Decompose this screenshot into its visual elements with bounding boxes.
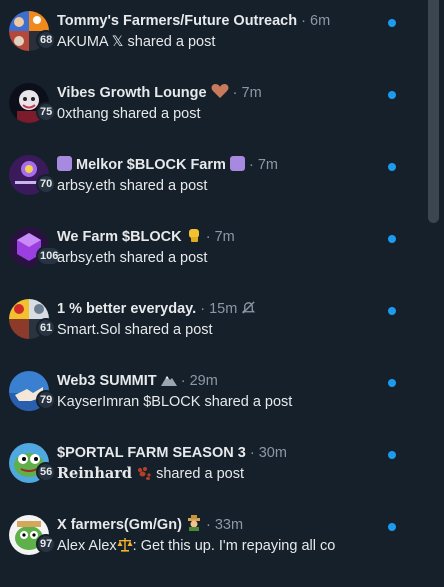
conversation-title: Melkor $BLOCK Farm bbox=[76, 157, 226, 173]
conversation-row[interactable]: 97 X farmers(Gm/Gn) · 33m Alex Alex : Ge… bbox=[0, 514, 424, 586]
avatar: 79 bbox=[9, 371, 57, 411]
unread-dot-icon bbox=[388, 379, 396, 387]
avatar: 70 bbox=[9, 155, 57, 195]
message-preview: arbsy.eth shared a post bbox=[57, 178, 208, 194]
timestamp: 15m bbox=[209, 301, 238, 317]
conversation-title: We Farm $BLOCK bbox=[57, 229, 182, 245]
raised-fist-icon bbox=[188, 229, 199, 242]
conversation-title: Web3 SUMMIT bbox=[57, 373, 157, 389]
conversation-row[interactable]: 61 1 % better everyday. · 15m Smart.Sol … bbox=[0, 298, 424, 370]
member-count-badge: 61 bbox=[36, 318, 57, 338]
timestamp: 6m bbox=[310, 13, 331, 29]
avatar: 75 bbox=[9, 83, 57, 123]
message-preview: AKUMA 𝕏 shared a post bbox=[57, 34, 216, 50]
avatar: 97 bbox=[9, 515, 57, 555]
conversation-title: 1 % better everyday. bbox=[57, 301, 197, 317]
unread-dot-icon bbox=[388, 19, 396, 27]
message-preview: Smart.Sol shared a post bbox=[57, 322, 213, 338]
avatar: 61 bbox=[9, 299, 57, 339]
message-preview: 0xthang shared a post bbox=[57, 106, 201, 122]
separator: · bbox=[205, 517, 211, 533]
preview-text: shared a post bbox=[156, 466, 244, 482]
member-count-badge: 75 bbox=[36, 102, 57, 122]
conversation-row[interactable]: 106 We Farm $BLOCK · 7m arbsy.eth shared… bbox=[0, 226, 424, 298]
avatar: 68 bbox=[9, 11, 57, 51]
balance-scale-icon bbox=[117, 538, 133, 552]
separator: · bbox=[180, 373, 186, 389]
sender-name: 𝐑𝐞𝐢𝐧𝐡𝐚𝐫𝐝 bbox=[57, 465, 133, 482]
conversation-row[interactable]: 79 Web3 SUMMIT · 29m KayserImran $BLOCK … bbox=[0, 370, 424, 442]
conversation-title: Tommy's Farmers/Future Outreach bbox=[57, 13, 298, 29]
scrollbar-thumb[interactable] bbox=[428, 0, 439, 223]
timestamp: 7m bbox=[257, 157, 278, 173]
member-count-badge: 97 bbox=[36, 534, 57, 554]
conversation-row[interactable]: 56 $PORTAL FARM SEASON 3 · 30m 𝐑𝐞𝐢𝐧𝐡𝐚𝐫𝐝 … bbox=[0, 442, 424, 514]
timestamp: 7m bbox=[214, 229, 235, 245]
separator: · bbox=[301, 13, 306, 29]
member-count-badge: 79 bbox=[36, 390, 57, 410]
timestamp: 7m bbox=[241, 85, 262, 101]
unread-dot-icon bbox=[388, 235, 396, 243]
member-count-badge: 70 bbox=[36, 174, 57, 194]
message-preview: arbsy.eth shared a post bbox=[57, 250, 208, 266]
conversation-row[interactable]: 75 Vibes Growth Lounge · 7m 0xthang shar… bbox=[0, 82, 424, 154]
conversation-row[interactable]: 68 Tommy's Farmers/Future Outreach · 6m … bbox=[0, 10, 424, 82]
member-count-badge: 68 bbox=[36, 30, 57, 50]
avatar: 56 bbox=[9, 443, 57, 483]
sender-name: Alex Alex bbox=[57, 538, 117, 554]
conversation-title: Vibes Growth Lounge bbox=[57, 85, 207, 101]
timestamp: 29m bbox=[189, 373, 218, 389]
unread-dot-icon bbox=[388, 523, 396, 531]
conversation-row[interactable]: 70 Melkor $BLOCK Farm · 7m arbsy.eth sha… bbox=[0, 154, 424, 226]
unread-dot-icon bbox=[388, 307, 396, 315]
member-count-badge: 56 bbox=[36, 462, 57, 482]
mountain-icon bbox=[160, 376, 177, 386]
timestamp: 33m bbox=[214, 517, 244, 533]
paw-prints-icon bbox=[138, 467, 151, 480]
separator: · bbox=[205, 229, 211, 245]
separator: · bbox=[232, 85, 238, 101]
conversation-list: 68 Tommy's Farmers/Future Outreach · 6m … bbox=[0, 0, 424, 587]
preview-text: : Get this up. I'm repaying all co bbox=[132, 538, 336, 554]
conversation-title: $PORTAL FARM SEASON 3 bbox=[57, 445, 246, 461]
purple-square-icon bbox=[57, 156, 72, 171]
unread-dot-icon bbox=[388, 163, 396, 171]
message-preview: 𝐑𝐞𝐢𝐧𝐡𝐚𝐫𝐝 shared a post bbox=[57, 464, 355, 484]
separator: · bbox=[249, 445, 255, 461]
heart-icon bbox=[211, 84, 229, 98]
farmer-icon bbox=[187, 515, 200, 531]
purple-square-icon bbox=[229, 156, 245, 171]
separator: · bbox=[248, 157, 254, 173]
message-preview: Alex Alex : Get this up. I'm repaying al… bbox=[57, 536, 355, 556]
unread-dot-icon bbox=[388, 91, 396, 99]
timestamp: 30m bbox=[258, 445, 287, 461]
muted-bell-icon bbox=[242, 301, 256, 314]
unread-dot-icon bbox=[388, 451, 396, 459]
conversation-title: X farmers(Gm/Gn) bbox=[57, 517, 182, 533]
separator: · bbox=[200, 301, 206, 317]
avatar: 106 bbox=[9, 227, 63, 267]
message-preview: KayserImran $BLOCK shared a post bbox=[57, 394, 293, 410]
